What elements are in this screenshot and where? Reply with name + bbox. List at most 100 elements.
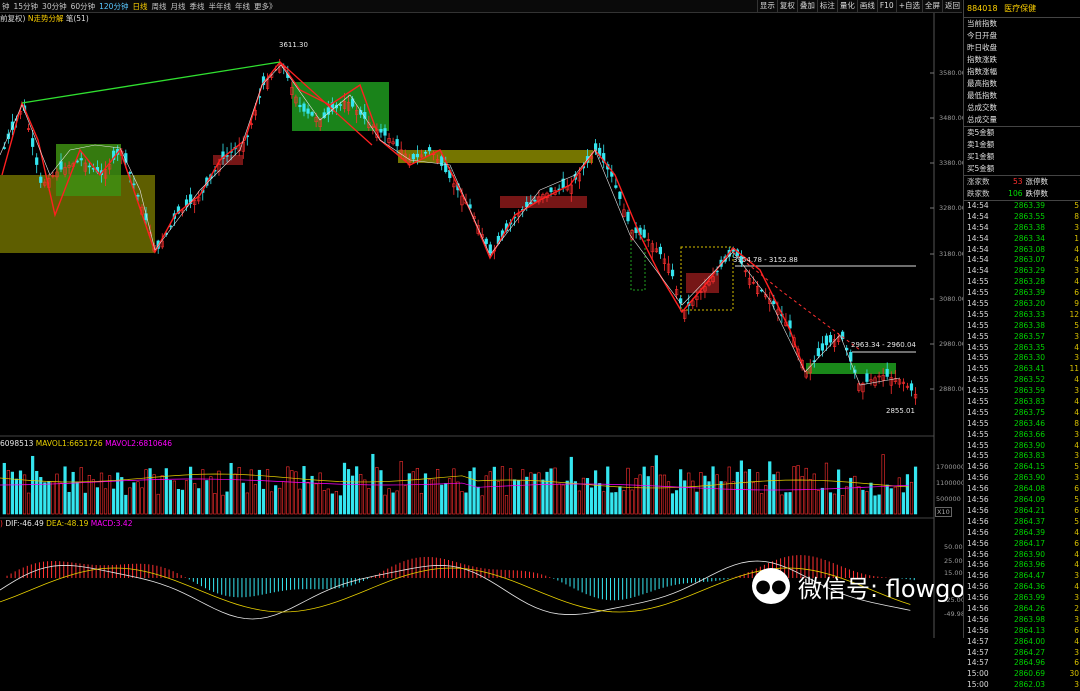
tick-time: 14:54 <box>967 266 989 276</box>
volume-bar <box>103 488 108 515</box>
volume-bar <box>431 479 436 515</box>
tick-row: 15:00 2860.69 30 <box>964 669 1080 680</box>
tick-price: 2863.39 <box>1013 201 1045 210</box>
candle-body <box>670 269 675 277</box>
tick-time: 15:00 <box>967 680 989 690</box>
tick-row: 14:57 2864.96 6 <box>964 658 1080 669</box>
tick-row: 14:55 2863.30 3 <box>964 353 1080 364</box>
volume-bar <box>865 491 869 515</box>
dif-value: DIF:-46.49 <box>5 519 44 528</box>
volume-bar <box>31 455 35 515</box>
volume-bar <box>504 495 509 515</box>
tick-price: 2864.08 <box>1013 484 1045 494</box>
tick-price: 2863.07 <box>1013 255 1045 265</box>
volume-bar <box>739 460 743 515</box>
volume-bar <box>905 474 910 515</box>
volume-bar <box>638 474 642 515</box>
volume-bar <box>95 487 100 515</box>
tick-row: 14:56 2864.08 6 <box>964 484 1080 495</box>
macd-axis-label: 25.00 <box>944 557 963 565</box>
tick-price: 2863.83 <box>1013 397 1045 407</box>
volume-bar <box>573 481 577 515</box>
candle-body <box>302 103 306 112</box>
candle-body <box>379 128 383 133</box>
volume-bar <box>512 479 517 515</box>
mavol1-value: MAVOL1:6651726 <box>35 439 103 448</box>
dea-value: DEA:-48.19 <box>46 519 89 528</box>
tick-row: 14:56 2864.15 5 <box>964 462 1080 473</box>
tick-price: 2863.90 <box>1013 549 1045 559</box>
tick-row: 14:56 2864.39 4 <box>964 528 1080 539</box>
tick-volume: 4 <box>1074 244 1079 254</box>
candle-body <box>533 199 537 202</box>
volume-bar <box>885 484 889 515</box>
tick-volume: 3 <box>1074 680 1079 690</box>
volume-bar <box>144 469 148 515</box>
tick-price: 2863.96 <box>1013 560 1045 570</box>
tick-time: 14:55 <box>967 320 989 330</box>
kline-chart[interactable] <box>0 0 962 638</box>
vol-value: 6098513 <box>0 439 34 448</box>
volume-bar <box>452 468 456 515</box>
volume-bar <box>845 486 849 515</box>
order-field-label: 卖5金额 <box>967 128 995 137</box>
volume-bar <box>39 477 43 515</box>
tick-volume: 5 <box>1074 516 1079 526</box>
volume-bar <box>18 470 23 515</box>
volume-bar <box>857 486 861 515</box>
tick-volume: 3 <box>1074 614 1079 624</box>
volume-bar <box>747 469 752 515</box>
low-price-label: 2855.01 <box>886 407 915 415</box>
candle-body <box>658 246 662 255</box>
tick-row: 14:57 2864.00 4 <box>964 637 1080 648</box>
candle-body <box>614 185 618 188</box>
tick-time: 14:57 <box>967 647 989 657</box>
volume-bar <box>464 492 468 515</box>
tick-row: 14:56 2864.47 3 <box>964 571 1080 582</box>
tick-volume: 6 <box>1074 658 1079 668</box>
candle-body <box>885 368 889 377</box>
volume-bar <box>415 468 420 515</box>
order-field-label: 买1金额 <box>967 152 995 161</box>
tick-time: 14:56 <box>967 582 989 592</box>
tick-price: 2864.27 <box>1013 647 1045 657</box>
volume-bar <box>508 468 513 515</box>
tick-price: 2863.41 <box>1013 364 1045 374</box>
volume-bar <box>662 474 667 515</box>
volume-bar <box>290 470 294 515</box>
tick-volume: 5 <box>1074 201 1079 210</box>
volume-bar <box>480 495 484 515</box>
volume-bar <box>164 468 168 515</box>
tick-time: 14:56 <box>967 505 989 515</box>
candle-body <box>306 108 310 114</box>
volume-bar <box>379 470 383 515</box>
volume-axis-label: 500000 <box>936 495 961 503</box>
volume-bar <box>816 490 820 515</box>
tick-price: 2863.38 <box>1013 222 1045 232</box>
volume-bar <box>43 482 47 515</box>
tick-time: 14:56 <box>967 603 989 613</box>
volume-bar <box>334 491 339 515</box>
volume-bar <box>51 481 55 515</box>
volume-bar <box>695 491 699 515</box>
tick-time: 14:56 <box>967 593 989 603</box>
tick-volume: 6 <box>1074 625 1079 635</box>
limit-up-label: 涨停数 <box>1025 177 1049 186</box>
quote-field-label: 当前指数 <box>967 19 997 28</box>
volume-bar <box>176 489 181 515</box>
tick-time: 14:55 <box>967 440 989 450</box>
volume-bar <box>634 478 638 515</box>
volume-bar <box>525 476 529 515</box>
volume-bar <box>674 490 679 515</box>
index-code: 884018 <box>967 4 998 13</box>
tick-row: 14:57 2864.27 3 <box>964 648 1080 659</box>
tick-price: 2863.28 <box>1013 277 1045 287</box>
candle-body <box>484 238 488 244</box>
candle-body <box>395 139 399 147</box>
volume-bar <box>687 472 691 515</box>
candle-body <box>383 128 387 136</box>
tick-list[interactable]: 14:54 2863.39 5 14:54 2863.55 8 14:54 2863.38 3 1… <box>964 200 1080 691</box>
candle-body <box>35 157 39 165</box>
tick-time: 14:54 <box>967 255 989 265</box>
volume-bar <box>533 473 537 515</box>
